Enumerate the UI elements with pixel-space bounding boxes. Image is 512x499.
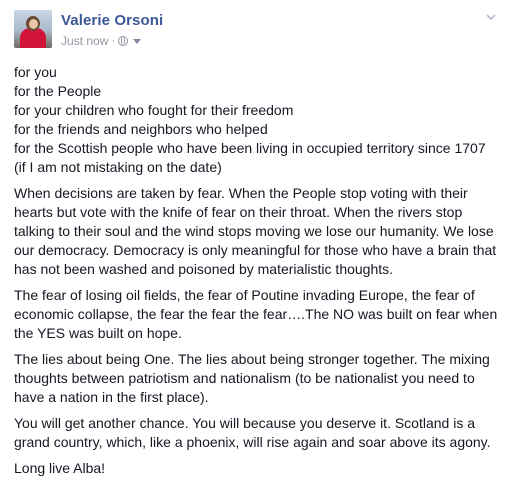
post-line: for the People xyxy=(14,83,102,99)
avatar[interactable] xyxy=(14,10,52,48)
post-paragraph-2: When decisions are taken by fear. When t… xyxy=(14,185,497,277)
post-line: for your children who fought for their f… xyxy=(14,102,294,118)
post-meta: Just now · xyxy=(61,34,142,48)
timestamp-link[interactable]: Just now xyxy=(61,34,108,48)
chevron-down-icon[interactable] xyxy=(486,12,496,22)
globe-icon[interactable] xyxy=(118,36,129,46)
post-line: for the Scottish people who have been li… xyxy=(14,140,486,156)
post-line: for the friends and neighbors who helped xyxy=(14,121,268,137)
avatar-figure xyxy=(20,28,46,48)
post-paragraph-5: You will get another chance. You will be… xyxy=(14,415,491,450)
post-body: for you for the People for your children… xyxy=(14,63,504,485)
meta-separator: · xyxy=(111,35,116,47)
post-line: (if I am not mistaking on the date) xyxy=(14,159,222,175)
avatar-face xyxy=(29,19,38,29)
post-line: for you xyxy=(14,64,57,80)
audience-caret-icon[interactable] xyxy=(133,38,142,44)
author-name-link[interactable]: Valerie Orsoni xyxy=(61,12,163,29)
post-paragraph-4: The lies about being One. The lies about… xyxy=(14,351,490,405)
post-paragraph-1: for you for the People for your children… xyxy=(14,63,504,177)
post-paragraph-3: The fear of losing oil fields, the fear … xyxy=(14,287,498,341)
post-paragraph-6: Long live Alba! xyxy=(14,460,106,476)
post-header: Valerie Orsoni Just now · xyxy=(14,10,504,50)
